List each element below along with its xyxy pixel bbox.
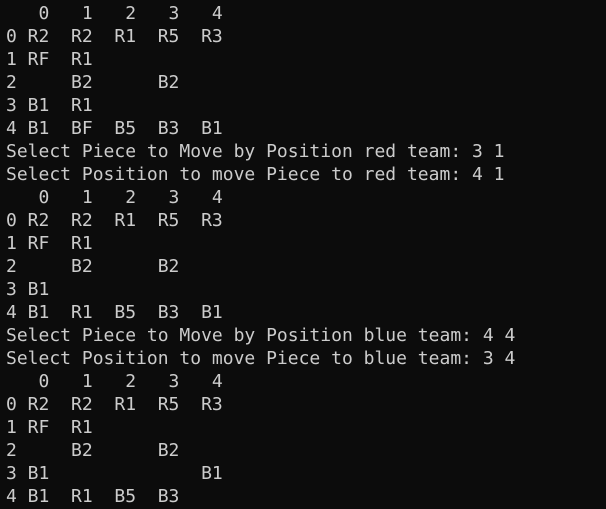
prompt-line: Select Position to move Piece to red tea… — [6, 164, 505, 185]
board-row: 0 R2 R2 R1 R5 R3 — [6, 210, 223, 231]
prompt-line: Select Piece to Move by Position blue te… — [6, 325, 516, 346]
board-row: 1 RF R1 — [6, 49, 93, 70]
board-row: 4 B1 BF B5 B3 B1 — [6, 118, 223, 139]
board-row: 4 B1 R1 B5 B3 — [6, 486, 180, 507]
board-row: 3 B1 — [6, 279, 50, 300]
board-row: 0 R2 R2 R1 R5 R3 — [6, 394, 223, 415]
board-row: 0 R2 R2 R1 R5 R3 — [6, 26, 223, 47]
board-row: 4 B1 R1 B5 B3 B1 — [6, 302, 223, 323]
board-row: 2 B2 B2 — [6, 72, 180, 93]
board-row: 2 B2 B2 — [6, 256, 180, 277]
prompt-line: Select Position to move Piece to blue te… — [6, 348, 516, 369]
board-header-row: 0 1 2 3 4 — [6, 187, 223, 208]
board-row: 3 B1 B1 — [6, 463, 223, 484]
terminal-window[interactable]: 0 1 2 3 4 0 R2 R2 R1 R5 R3 1 RF R1 2 B2 … — [0, 0, 606, 509]
board-row: 3 B1 R1 — [6, 95, 93, 116]
prompt-line: Select Piece to Move by Position red tea… — [6, 141, 505, 162]
board-header-row: 0 1 2 3 4 — [6, 3, 223, 24]
board-row: 1 RF R1 — [6, 417, 93, 438]
board-row: 2 B2 B2 — [6, 440, 180, 461]
board-row: 1 RF R1 — [6, 233, 93, 254]
board-header-row: 0 1 2 3 4 — [6, 371, 223, 392]
